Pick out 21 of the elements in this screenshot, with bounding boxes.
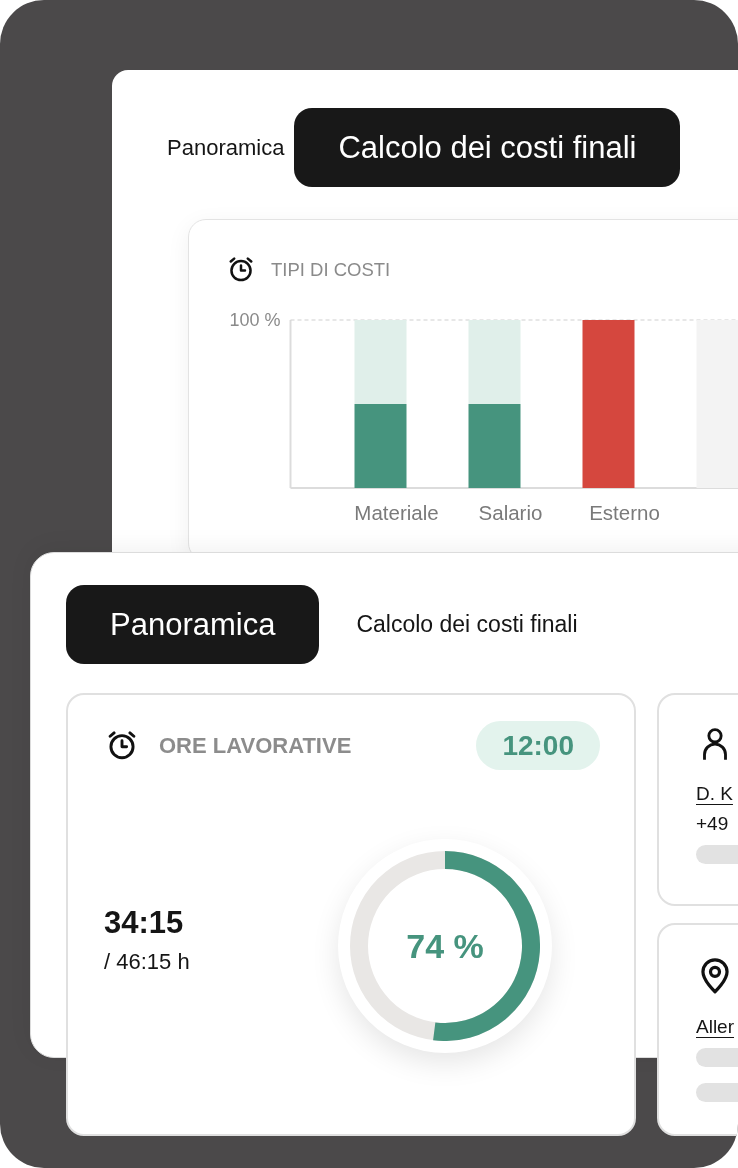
time-badge: 12:00	[476, 721, 600, 770]
location-pin-icon	[700, 958, 730, 994]
logged-hours: 34:15	[104, 905, 184, 941]
tab[interactable]: Calcolo dei costi finali	[294, 108, 681, 187]
category-label: Esterno	[589, 501, 660, 524]
address-link[interactable]: Aller	[696, 1012, 734, 1042]
alarm-clock-icon	[108, 731, 136, 760]
phone-number: +49	[696, 812, 729, 836]
category-label: Materiale	[354, 501, 439, 524]
tab[interactable]: Panoramica	[66, 585, 320, 664]
category-label: Salario	[478, 501, 543, 524]
axis-label: 100 %	[229, 310, 281, 330]
percent-label: 74 %	[406, 926, 484, 966]
alarm-clock-icon	[229, 257, 253, 282]
tab[interactable]: Calcolo dei costi finali	[346, 585, 588, 664]
contact-name-link[interactable]: D. K	[696, 779, 733, 809]
planned-hours: / 46:15 h	[104, 949, 190, 975]
card-title: ORE LAVORATIVE	[159, 732, 352, 759]
card-title: TIPI DI COSTI	[271, 258, 391, 281]
tab[interactable]: Panoramica	[157, 108, 295, 187]
person-icon	[703, 728, 727, 761]
